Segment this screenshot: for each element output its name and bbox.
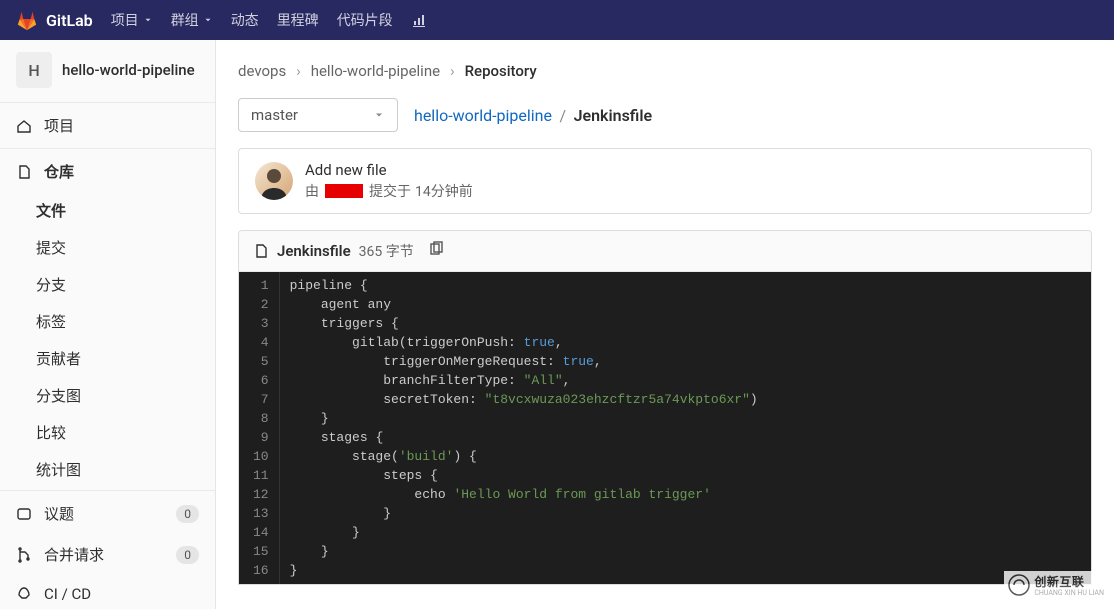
gitlab-logo-icon [16, 9, 38, 31]
sidebar-item-issues[interactable]: 议题 0 [0, 493, 215, 534]
commit-time: 14分钟前 [415, 181, 473, 201]
file-path: hello-world-pipeline / Jenkinsfile [414, 106, 652, 125]
nav-activity[interactable]: 动态 [231, 10, 259, 30]
sidebar-sub-graph[interactable]: 分支图 [0, 377, 215, 414]
sidebar-item-project[interactable]: 项目 [0, 105, 215, 146]
chevron-down-icon [203, 15, 213, 25]
nav-groups[interactable]: 群组 [171, 10, 213, 30]
issues-icon [16, 506, 32, 522]
commit-title[interactable]: Add new file [305, 161, 1075, 179]
breadcrumb-project[interactable]: hello-world-pipeline [311, 62, 440, 80]
chevron-down-icon [143, 15, 153, 25]
line-numbers: 12345678910111213141516 [239, 272, 280, 584]
copy-path-button[interactable] [428, 241, 444, 261]
file-size: 365 字节 [359, 241, 414, 261]
last-commit-box: Add new file 由 提交于 14分钟前 [238, 148, 1092, 214]
sidebar-sub-branches[interactable]: 分支 [0, 266, 215, 303]
sidebar-sub-contributors[interactable]: 贡献者 [0, 340, 215, 377]
file-icon [253, 243, 269, 259]
project-header[interactable]: H hello-world-pipeline [0, 40, 215, 100]
sidebar-sub-commits[interactable]: 提交 [0, 229, 215, 266]
nav-projects[interactable]: 项目 [111, 10, 153, 30]
home-icon [16, 118, 32, 134]
sidebar-item-repository[interactable]: 仓库 [0, 151, 215, 192]
file-name: Jenkinsfile [277, 242, 351, 260]
doc-icon [16, 164, 32, 180]
nav-analytics-icon[interactable] [411, 12, 427, 28]
sidebar-item-merge-requests[interactable]: 合并请求 0 [0, 534, 215, 575]
sidebar-item-cicd[interactable]: CI / CD [0, 575, 215, 609]
file-header: Jenkinsfile 365 字节 [239, 231, 1091, 272]
merge-icon [16, 547, 32, 563]
rocket-icon [16, 586, 32, 602]
watermark-logo-icon [1008, 574, 1030, 596]
copy-icon [428, 241, 444, 257]
commit-author-redacted [325, 184, 363, 198]
file-viewer: Jenkinsfile 365 字节 123456789101112131415… [238, 230, 1092, 585]
breadcrumb-current: Repository [465, 62, 537, 80]
brand-logo[interactable]: GitLab [16, 9, 93, 31]
file-nav: master hello-world-pipeline / Jenkinsfil… [238, 98, 1092, 132]
sidebar-sub-charts[interactable]: 统计图 [0, 451, 215, 488]
breadcrumb-group[interactable]: devops [238, 62, 286, 80]
chevron-down-icon [373, 109, 385, 121]
sidebar-sub-compare[interactable]: 比较 [0, 414, 215, 451]
code-viewer: 12345678910111213141516 pipeline { agent… [239, 272, 1091, 584]
path-root[interactable]: hello-world-pipeline [414, 106, 552, 125]
path-file: Jenkinsfile [574, 106, 653, 125]
branch-selector[interactable]: master [238, 98, 398, 132]
nav-snippets[interactable]: 代码片段 [337, 10, 393, 30]
main-content: devops › hello-world-pipeline › Reposito… [216, 40, 1114, 609]
nav-milestones[interactable]: 里程碑 [277, 10, 319, 30]
commit-author-avatar[interactable] [255, 162, 293, 200]
mr-badge: 0 [176, 546, 199, 564]
project-avatar: H [16, 52, 52, 88]
commit-meta: 由 提交于 14分钟前 [305, 181, 1075, 201]
breadcrumb: devops › hello-world-pipeline › Reposito… [238, 56, 1092, 98]
code-content[interactable]: pipeline { agent any triggers { gitlab(t… [280, 272, 1091, 584]
chart-icon [411, 12, 427, 28]
sidebar: H hello-world-pipeline 项目 仓库 文件 提交 分支 标签… [0, 40, 216, 609]
watermark: 创新互联 CHUANG XIN HU LIAN [1004, 571, 1108, 599]
issues-badge: 0 [176, 505, 199, 523]
avatar-placeholder-icon [255, 162, 293, 200]
project-name: hello-world-pipeline [62, 61, 195, 79]
sidebar-sub-files[interactable]: 文件 [0, 192, 215, 229]
top-header: GitLab 项目 群组 动态 里程碑 代码片段 [0, 0, 1114, 40]
brand-text: GitLab [46, 11, 93, 30]
sidebar-sub-tags[interactable]: 标签 [0, 303, 215, 340]
